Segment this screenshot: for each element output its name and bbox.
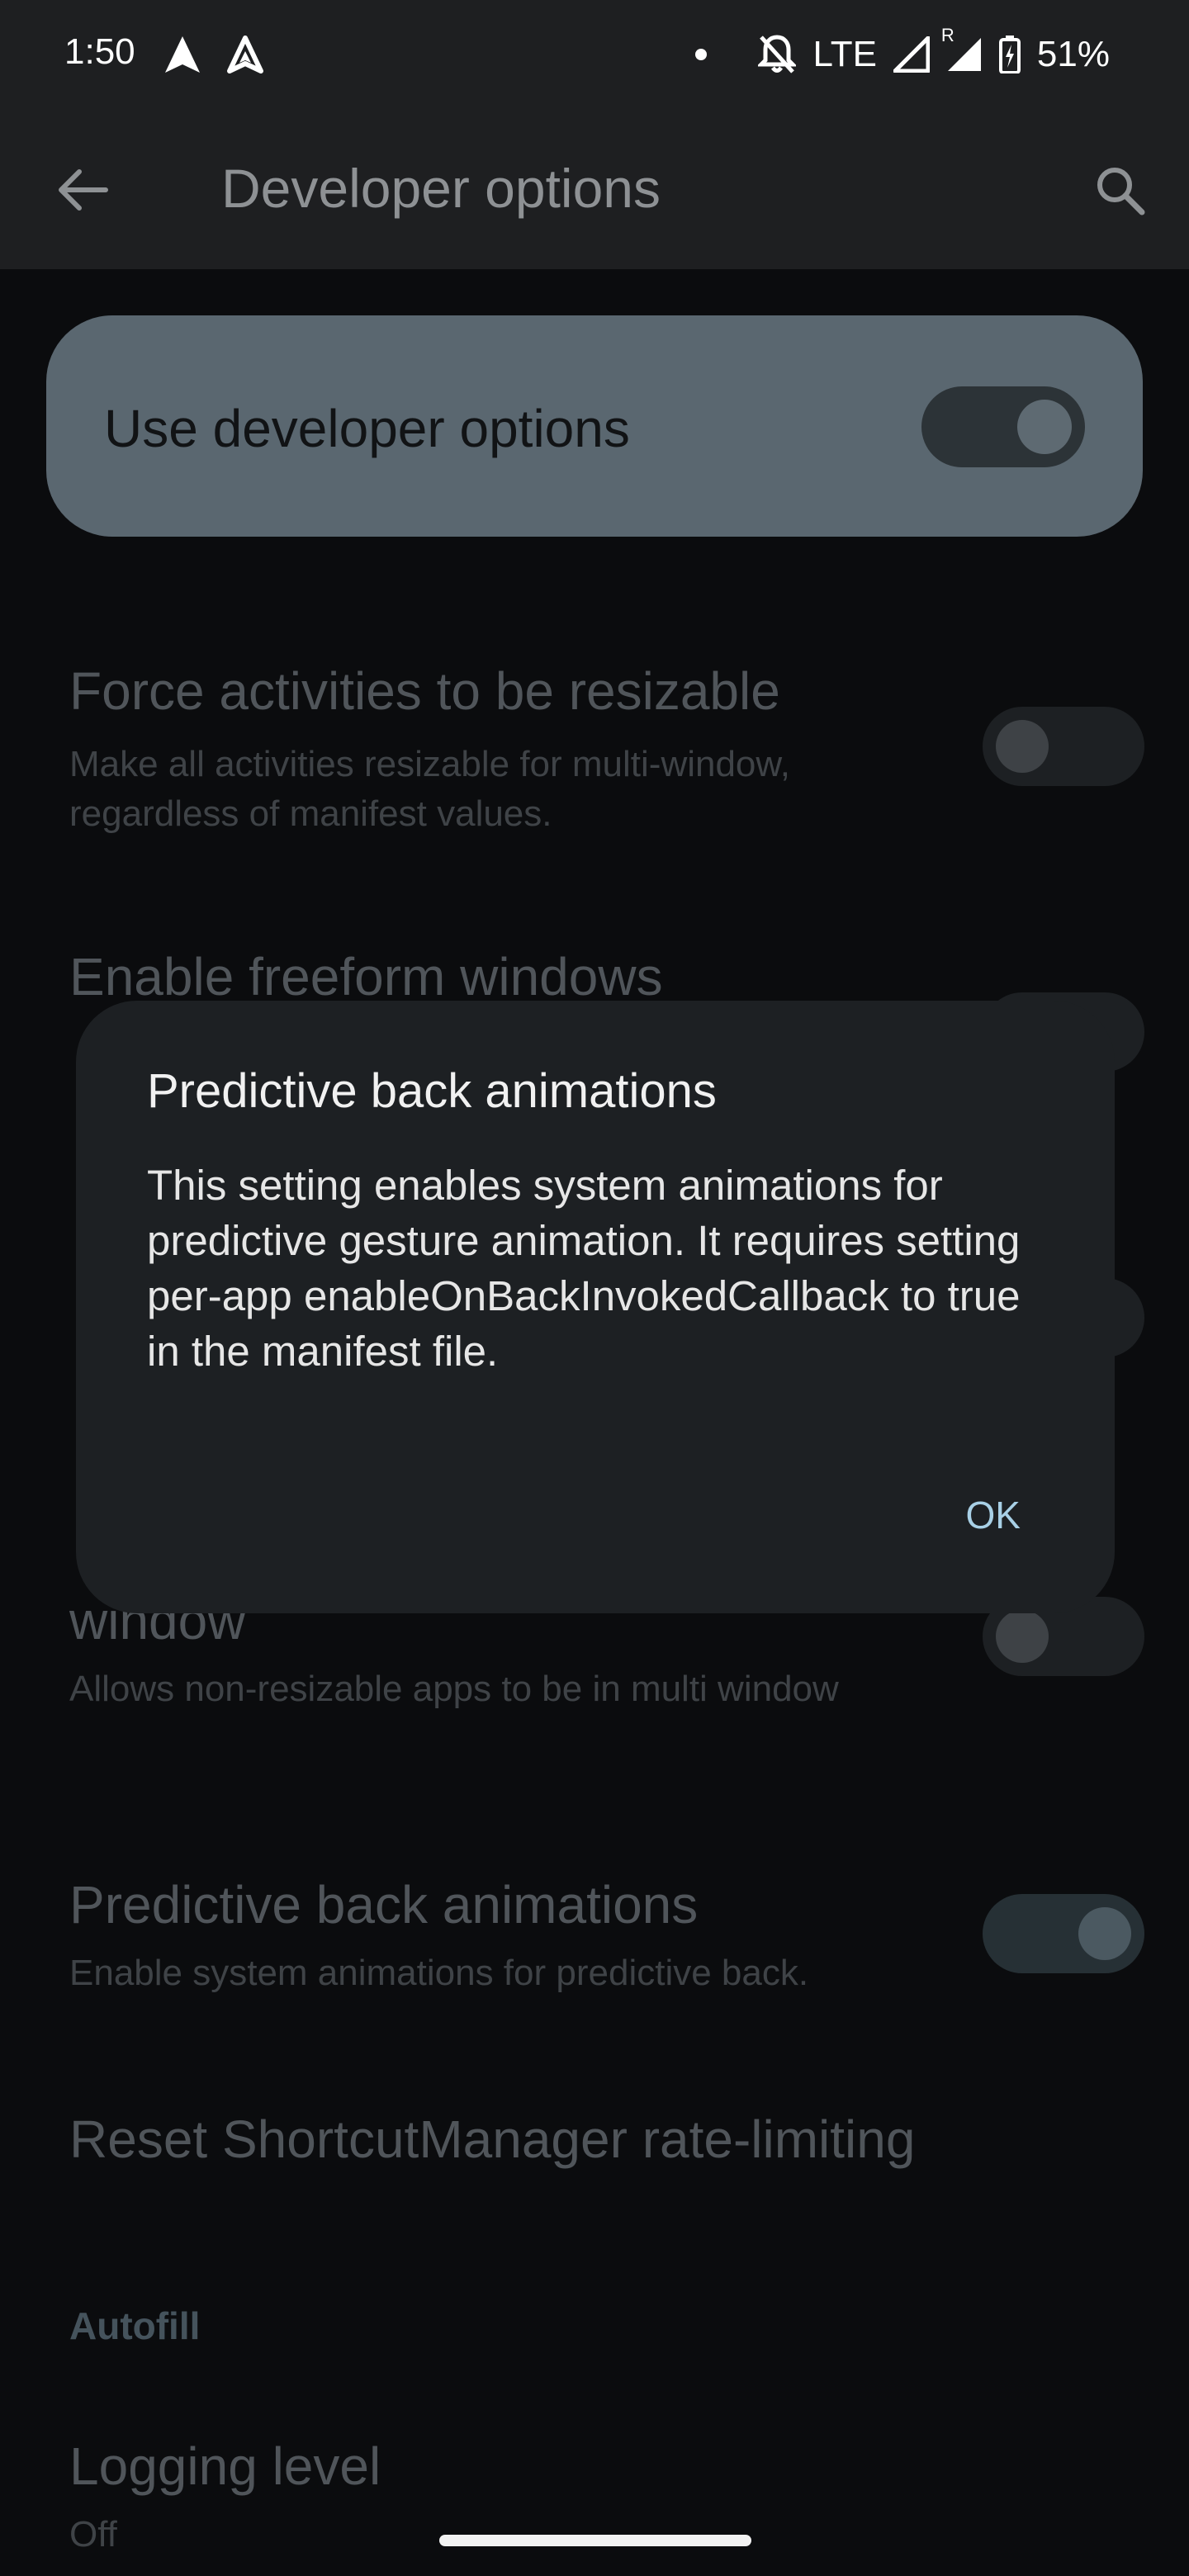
notifications-off-icon [758,34,797,75]
battery-percent: 51% [1036,34,1110,74]
use-developer-options-card[interactable]: Use developer options [46,315,1143,537]
switch-thumb [996,1610,1049,1663]
navigation-outline-icon [226,35,264,78]
setting-title-predictive-back: Predictive back animations [69,1875,699,1934]
network-type: LTE [812,34,877,74]
switch-thumb [1017,400,1072,454]
use-developer-options-switch[interactable] [921,386,1085,467]
back-button[interactable] [48,155,117,225]
setting-title-logging-level[interactable]: Logging level [69,2436,381,2497]
search-button[interactable] [1085,155,1154,225]
status-bar: 1:50 LTE R 51% [0,0,1189,109]
setting-summary-force-resizable: Make all activities resizable for multi-… [69,744,790,834]
app-bar: Developer options [0,109,1189,269]
navigation-arrow-icon [163,35,201,78]
force-resizable-switch[interactable] [983,707,1144,786]
section-header-autofill: Autofill [69,2304,201,2347]
dialog-title: Predictive back animations [147,1064,717,1118]
switch-thumb [996,720,1049,773]
status-icons: LTE R 51% [694,25,1110,78]
setting-title-freeform-windows: Enable freeform windows [69,947,663,1006]
dialog-ok-button[interactable]: OK [955,1485,1032,1546]
arrow-back-icon [59,169,108,211]
predictive-back-switch[interactable] [983,1894,1144,1973]
notification-dot-icon [694,47,708,62]
setting-summary-predictive-back: Enable system animations for predictive … [69,1953,809,1993]
signal-icon [893,36,930,73]
setting-summary-multi-window: Allows non-resizable apps to be in multi… [69,1669,839,1709]
search-icon [1097,168,1145,215]
switch-thumb [1078,1907,1131,1960]
use-developer-options-label: Use developer options [104,399,630,458]
dialog-message: This setting enables system animations f… [147,1162,1021,1375]
gesture-nav-handle[interactable] [439,2535,751,2546]
page-title: Developer options [221,158,661,219]
setting-title-reset-shortcutmanager[interactable]: Reset ShortcutManager rate-limiting [69,2109,915,2170]
predictive-back-dialog: Predictive back animations This setting … [76,1001,1115,1613]
screen: 1:50 LTE R 51% Developer options Use dev… [0,0,1189,2576]
battery-charging-icon [998,36,1021,73]
setting-title-force-resizable: Force activities to be resizable [69,661,780,721]
roaming-indicator: R [940,25,955,45]
status-time: 1:50 [64,31,135,72]
roaming-signal-icon: R [941,25,983,73]
